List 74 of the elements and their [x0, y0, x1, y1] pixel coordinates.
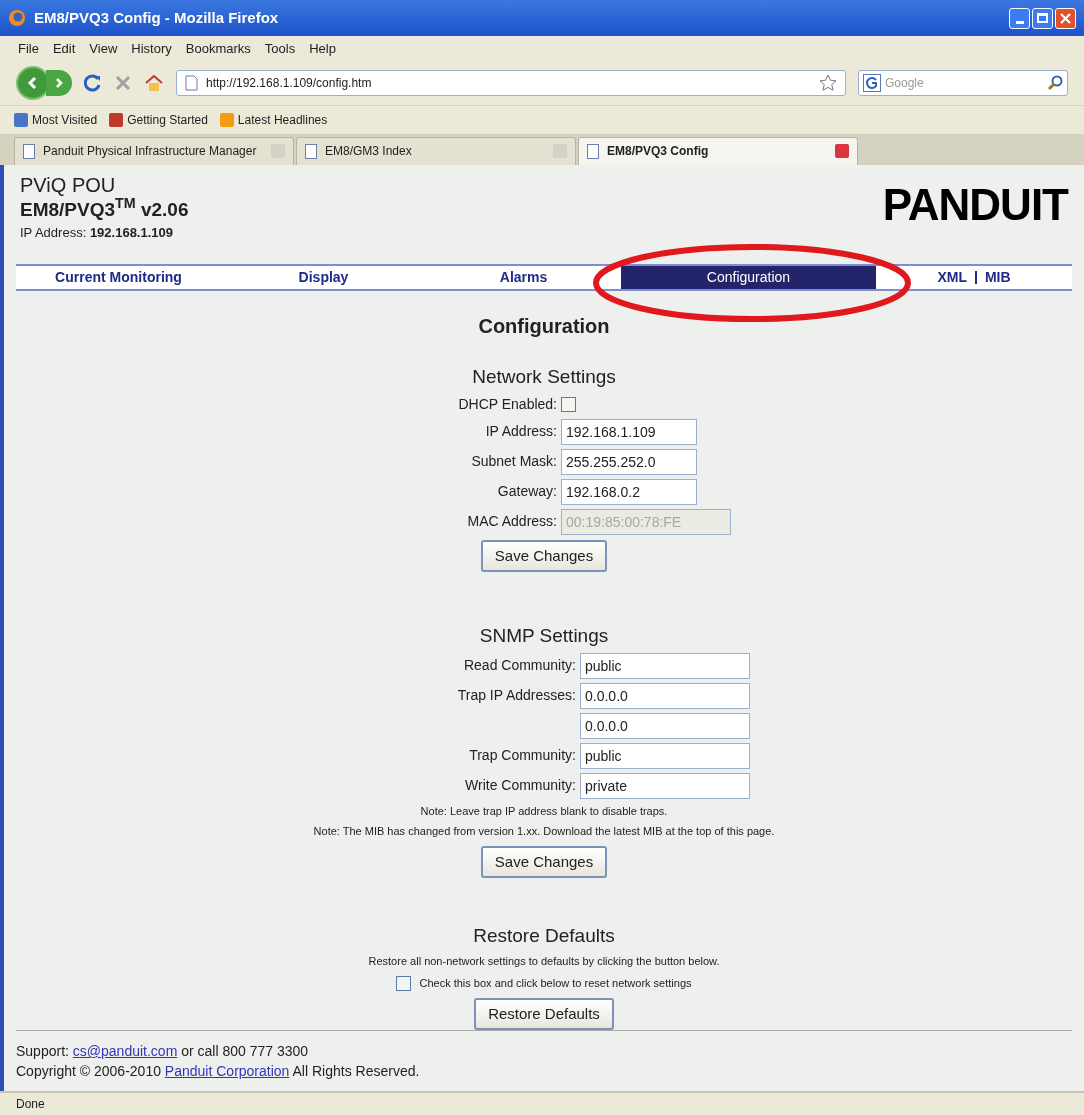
minimize-button[interactable]: [1009, 7, 1030, 29]
forward-button[interactable]: [46, 70, 72, 97]
nav-tab[interactable]: Configuration: [621, 266, 876, 289]
nav-tab[interactable]: Current Monitoring: [16, 266, 221, 289]
close-icon: [1060, 12, 1071, 24]
checkbox-label: Check this box and click below to reset network settings: [419, 976, 692, 991]
input-field[interactable]: public: [580, 652, 750, 679]
menu-item[interactable]: View: [89, 39, 118, 59]
dhcp-checkbox[interactable]: [561, 396, 576, 412]
nav-link[interactable]: XML: [937, 267, 967, 288]
input-field[interactable]: private: [580, 772, 750, 799]
home-icon[interactable]: [144, 74, 164, 93]
reset-network-checkbox[interactable]: [396, 975, 412, 991]
product-name: PViQ POU: [20, 172, 117, 197]
field-label: IP Address:: [484, 422, 557, 441]
browser-tab[interactable]: Panduit Physical Infrastructure Manager: [14, 136, 294, 165]
nav-link[interactable]: MIB: [984, 267, 1011, 288]
address-bar[interactable]: http://192.168.1.109/config.htm: [176, 70, 846, 97]
reload-icon[interactable]: [84, 74, 102, 93]
input-field[interactable]: public: [580, 742, 750, 769]
menu-item[interactable]: History: [131, 39, 172, 59]
menu-item[interactable]: File: [18, 39, 39, 59]
bookmark-link[interactable]: Getting Started: [109, 111, 208, 130]
form-button[interactable]: Save Changes: [480, 845, 608, 878]
copyright-text: Copyright © 2006-2010 Panduit Corporation All Rights Reserved.: [16, 1062, 421, 1081]
support-text: Support: cs@panduit.com or call 800 777 3300: [16, 1042, 310, 1061]
browser-icon: [8, 9, 26, 28]
close-button[interactable]: [1055, 7, 1076, 29]
field-label: Trap Community:: [468, 746, 576, 765]
restore-description: Restore all non-network settings to defaults by clicking the button below.: [368, 953, 720, 969]
panduit-logo: PANDUIT: [882, 182, 1068, 227]
stop-icon[interactable]: [114, 74, 132, 93]
menu-item[interactable]: Bookmarks: [185, 39, 251, 59]
email-link[interactable]: cs@panduit.com: [72, 1043, 178, 1059]
search-icon[interactable]: [1047, 75, 1063, 92]
field-label: DHCP Enabled:: [457, 394, 557, 414]
note-text: Note: The MIB has changed from version 1.xx. Download the latest MIB at the top of this page.: [313, 824, 775, 839]
page-heading: Configuration: [478, 314, 610, 339]
menu-item[interactable]: Tools: [264, 39, 296, 59]
field-label: Subnet Mask:: [470, 452, 557, 471]
input-field[interactable]: 192.168.0.2: [561, 478, 697, 505]
section-heading: Network Settings: [472, 365, 616, 389]
field-label: Trap IP Addresses:: [456, 686, 576, 705]
url-text: http://192.168.1.109/config.htm: [206, 75, 372, 93]
search-engine-icon[interactable]: [863, 74, 881, 93]
bookmark-link[interactable]: Latest Headlines: [219, 111, 328, 130]
search-placeholder: Google: [885, 75, 924, 93]
browser-tab[interactable]: EM8/GM3 Index: [296, 136, 576, 165]
page-icon: [185, 75, 198, 92]
field-label: MAC Address:: [466, 512, 557, 531]
company-link[interactable]: Panduit Corporation: [164, 1063, 290, 1079]
ip-address: IP Address: 192.168.1.109: [20, 223, 174, 242]
section-heading: SNMP Settings: [479, 624, 609, 648]
form-button[interactable]: Save Changes: [480, 539, 608, 572]
bookmark-link[interactable]: Most Visited: [14, 111, 98, 130]
window-title: EM8/PVQ3 Config - Mozilla Firefox: [34, 7, 279, 28]
section-heading: Restore Defaults: [473, 924, 615, 948]
input-field[interactable]: 255.255.252.0: [561, 448, 697, 475]
menu-item[interactable]: Edit: [52, 39, 76, 59]
star-icon[interactable]: [819, 74, 837, 93]
field-label: Gateway:: [496, 482, 557, 501]
field-label: Read Community:: [462, 656, 576, 675]
form-button[interactable]: Restore Defaults: [474, 997, 614, 1030]
browser-tab[interactable]: EM8/PVQ3 Config: [578, 136, 858, 165]
note-text: Note: Leave trap IP address blank to disable traps.: [420, 803, 668, 819]
maximize-button[interactable]: [1032, 7, 1053, 29]
nav-tab[interactable]: Display: [221, 266, 426, 289]
input-field[interactable]: 192.168.1.109: [561, 418, 697, 445]
field-label: Write Community:: [464, 776, 576, 795]
input-field[interactable]: 0.0.0.0: [580, 712, 750, 739]
model-version: EM8/PVQ3$^{TM}$ v2.06: [20, 196, 189, 222]
nav-tab[interactable]: Alarms: [426, 266, 621, 289]
menu-item[interactable]: Help: [309, 39, 336, 59]
input-field[interactable]: 0.0.0.0: [580, 682, 750, 709]
